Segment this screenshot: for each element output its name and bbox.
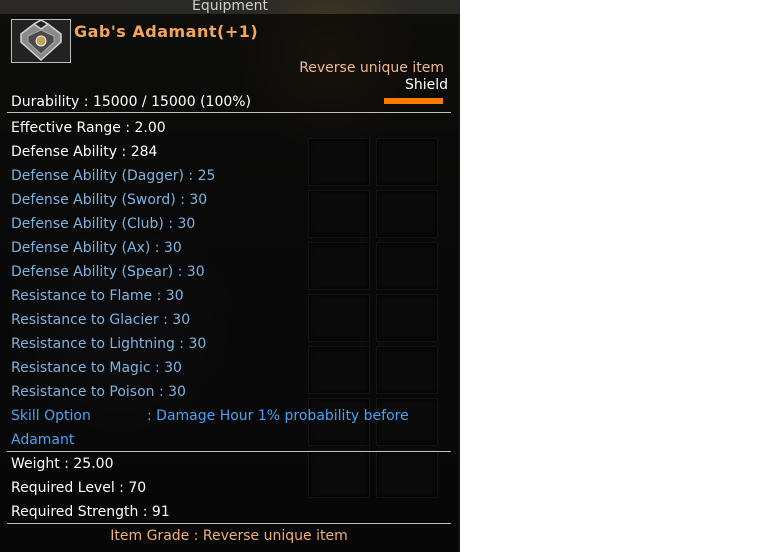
stat-line: Resistance to Poison : 30 [11,384,186,400]
shield-icon [12,20,70,62]
stat-line: Defense Ability (Sword) : 30 [11,192,208,208]
item-name: Gab's Adamant(+1) [74,22,259,41]
stat-line: Defense Ability : 284 [11,144,158,160]
divider [7,112,451,113]
stat-line: Defense Ability (Club) : 30 [11,216,196,232]
item-rarity: Reverse unique item [299,60,444,76]
durability-bar-fill [384,98,443,104]
item-tooltip: Gab's Adamant(+1) Reverse unique item Sh… [0,14,460,552]
stat-line: Effective Range : 2.00 [11,120,166,136]
stat-line: Defense Ability (Spear) : 30 [11,264,205,280]
stat-line: Resistance to Magic : 30 [11,360,182,376]
skill-option-description: : Damage Hour 1% probability before [147,408,409,424]
skill-option-label: Skill Option [11,408,91,424]
weight-text: Weight : 25.00 [11,456,114,472]
stat-line: Defense Ability (Dagger) : 25 [11,168,216,184]
stat-line: Resistance to Lightning : 30 [11,336,207,352]
divider [7,523,451,524]
durability-text: Durability : 15000 / 15000 (100%) [11,94,252,110]
divider [7,451,451,452]
skill-option-continuation: Adamant [11,432,75,448]
item-type: Shield [404,77,448,93]
stat-line: Defense Ability (Ax) : 30 [11,240,182,256]
window-title: Equipment [192,0,268,14]
durability-bar [384,98,443,104]
required-strength-text: Required Strength : 91 [11,504,170,520]
stat-line: Resistance to Flame : 30 [11,288,184,304]
stat-line: Resistance to Glacier : 30 [11,312,191,328]
required-level-text: Required Level : 70 [11,480,147,496]
item-grade: Item Grade : Reverse unique item [110,528,348,544]
item-icon [11,19,71,63]
